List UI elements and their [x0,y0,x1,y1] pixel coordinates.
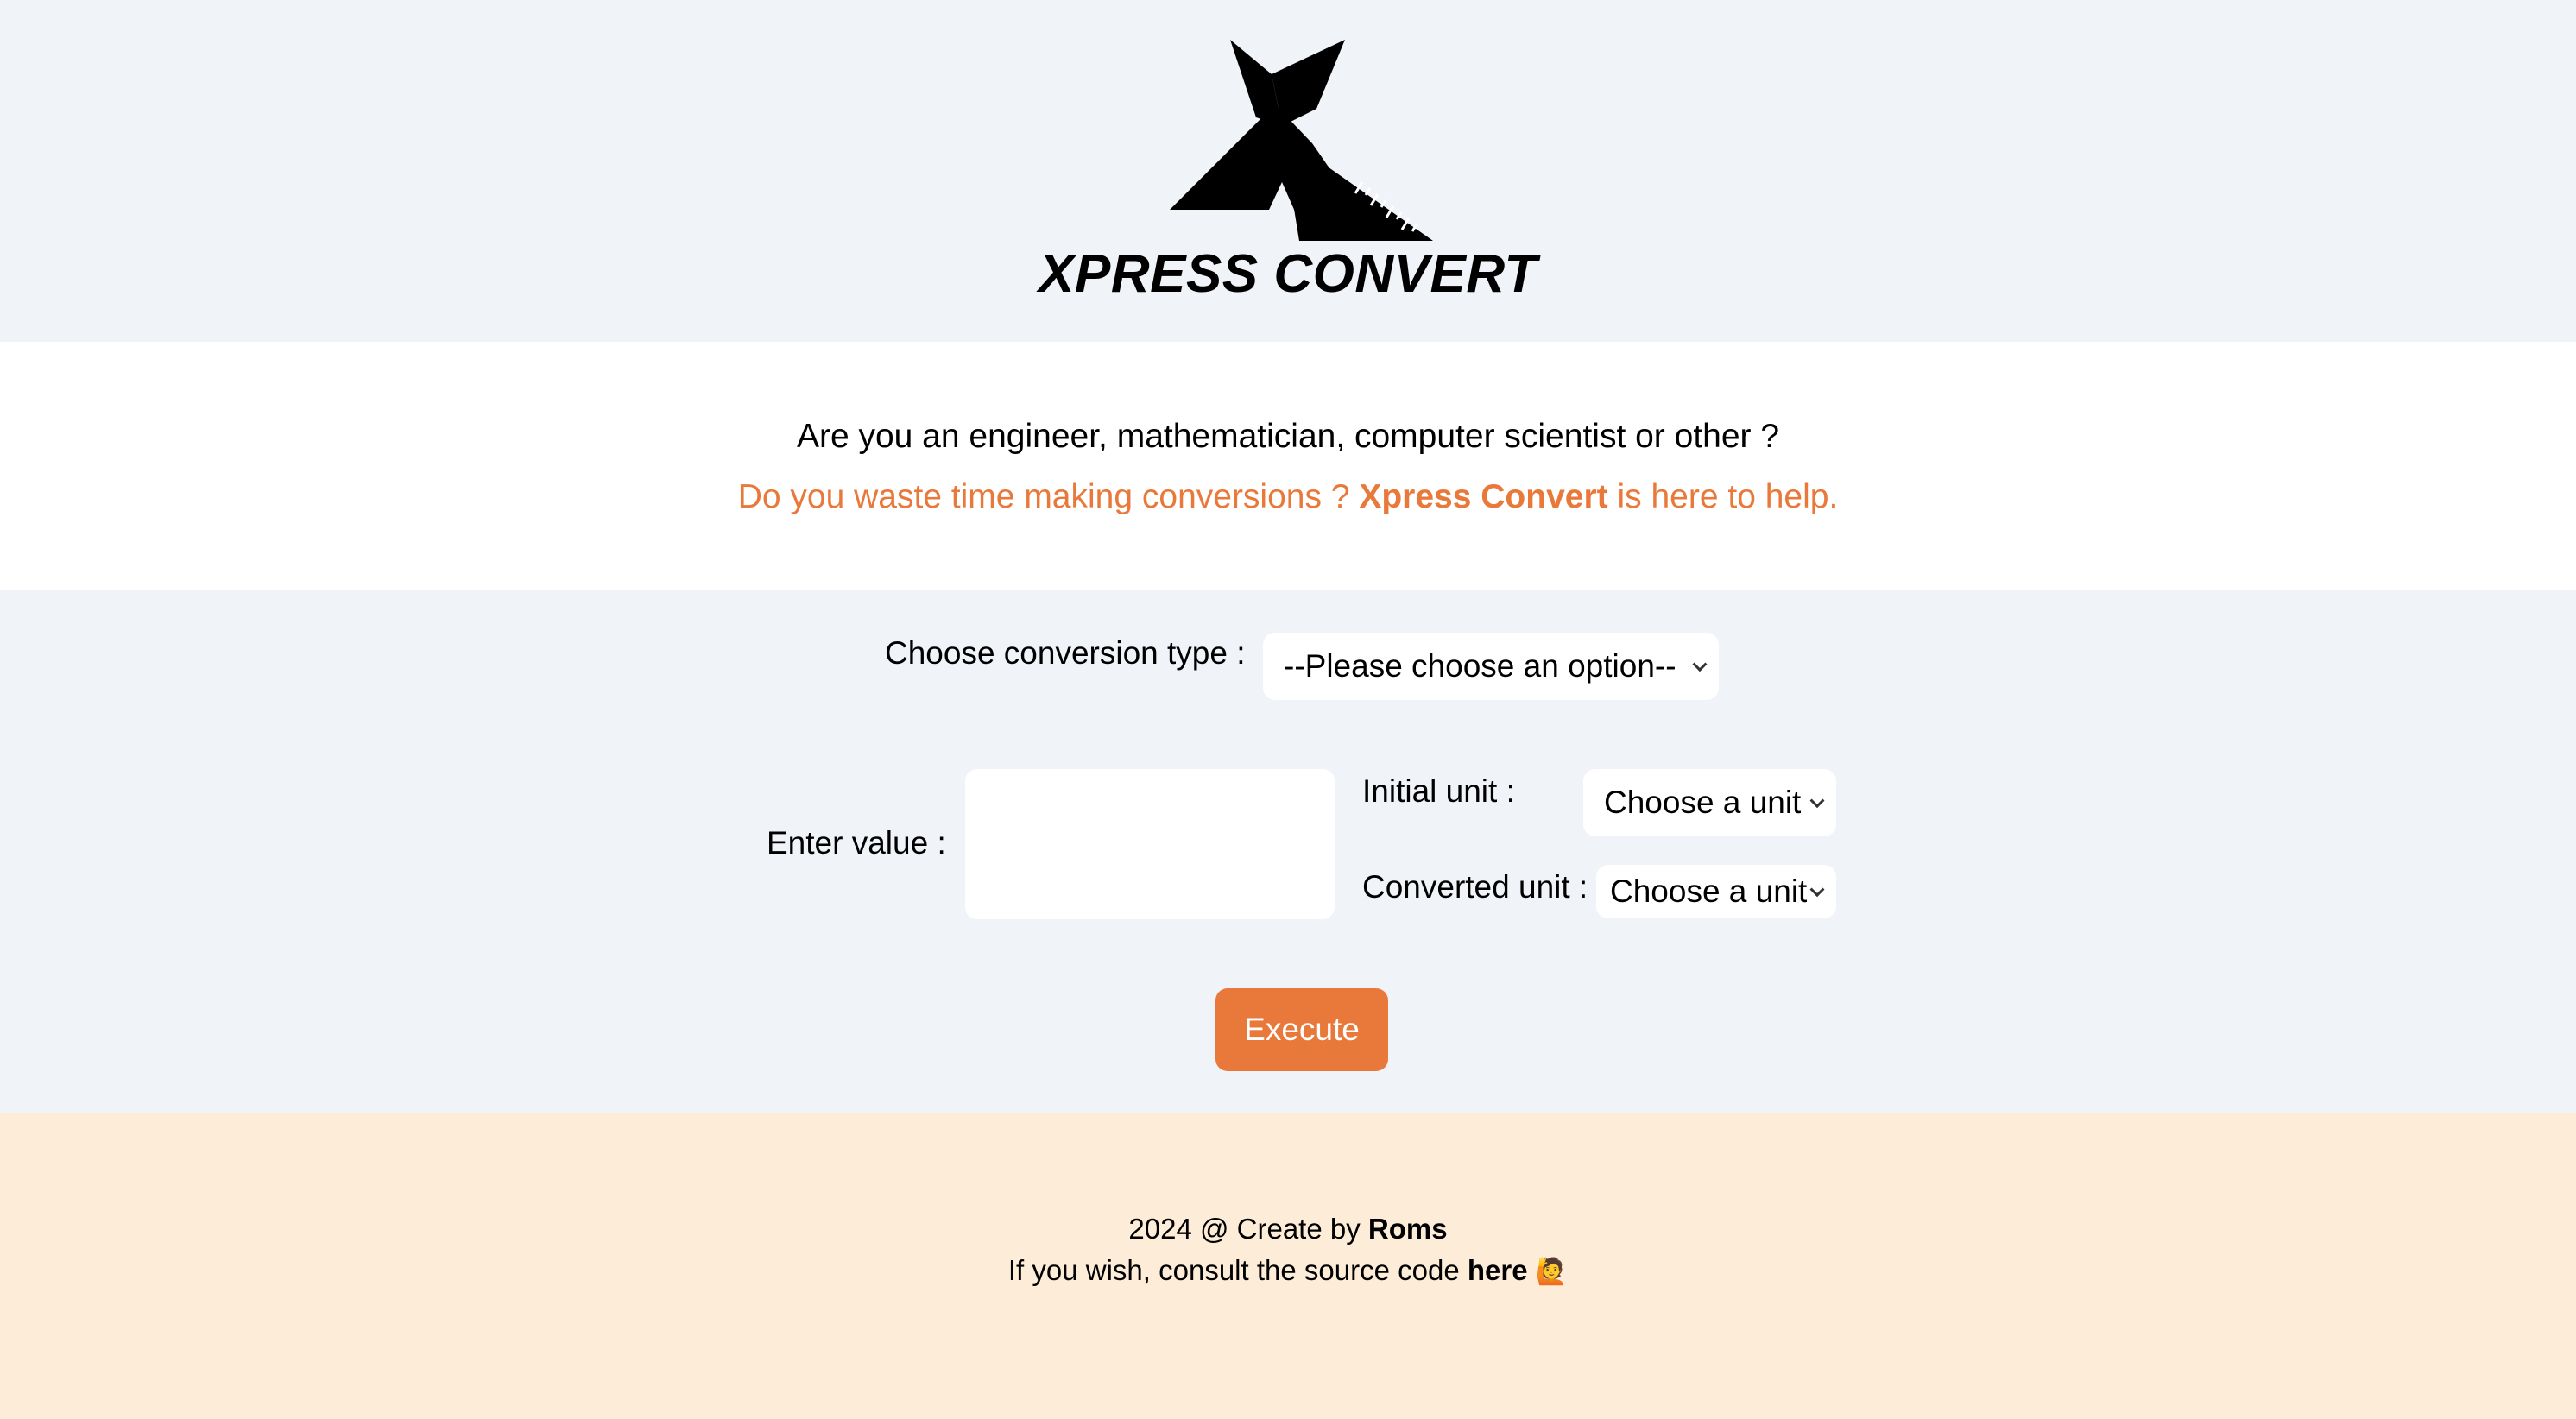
intro-question: Are you an engineer, mathematician, comp… [796,418,1780,455]
converted-unit-select[interactable]: Choose a unit [1596,865,1836,918]
credit-author: Roms [1367,1213,1448,1245]
pitch-text-after: is here to help. [1607,478,1839,515]
converted-unit-label: Converted unit : [1362,869,1588,905]
pitch-brand: Xpress Convert [1359,478,1608,515]
source-link[interactable]: here [1468,1254,1528,1286]
credit-text: 2024 @ Create by [1128,1213,1368,1245]
pitch-text-before: Do you waste time making conversions ? [737,478,1360,515]
raising-hand-icon: 🙋 [1535,1258,1569,1286]
chevron-down-icon [1809,793,1825,809]
initial-unit-label: Initial unit : [1362,773,1515,809]
conversion-type-label: Choose conversion type : [885,635,1246,671]
brand-title: XPRESS CONVERT [1039,244,1537,304]
value-input[interactable] [965,769,1335,919]
header: XPRESS CONVERT [0,0,2576,342]
initial-unit-select[interactable]: Choose a unit [1583,769,1836,836]
footer: 2024 @ Create by Roms If you wish, consu… [0,1113,2576,1419]
converted-unit-selected: Choose a unit [1610,873,1808,909]
enter-value-label: Enter value : [767,825,946,861]
chevron-down-icon [1692,657,1708,672]
converter-form: Choose conversion type : --Please choose… [0,590,2576,1113]
x-logo-icon [1170,40,1433,241]
source-text: If you wish, consult the source code [1007,1254,1468,1286]
footer-source: If you wish, consult the source code her… [0,1254,2576,1287]
conversion-type-selected: --Please choose an option-- [1284,648,1676,684]
conversion-type-select[interactable]: --Please choose an option-- [1263,633,1719,700]
intro-pitch: Do you waste time making conversions ? X… [0,478,2576,516]
chevron-down-icon [1809,882,1825,898]
footer-credit: 2024 @ Create by Roms [0,1213,2576,1246]
initial-unit-selected: Choose a unit [1604,785,1802,820]
intro-section: Are you an engineer, mathematician, comp… [0,342,2576,590]
execute-button[interactable]: Execute [1215,988,1388,1071]
